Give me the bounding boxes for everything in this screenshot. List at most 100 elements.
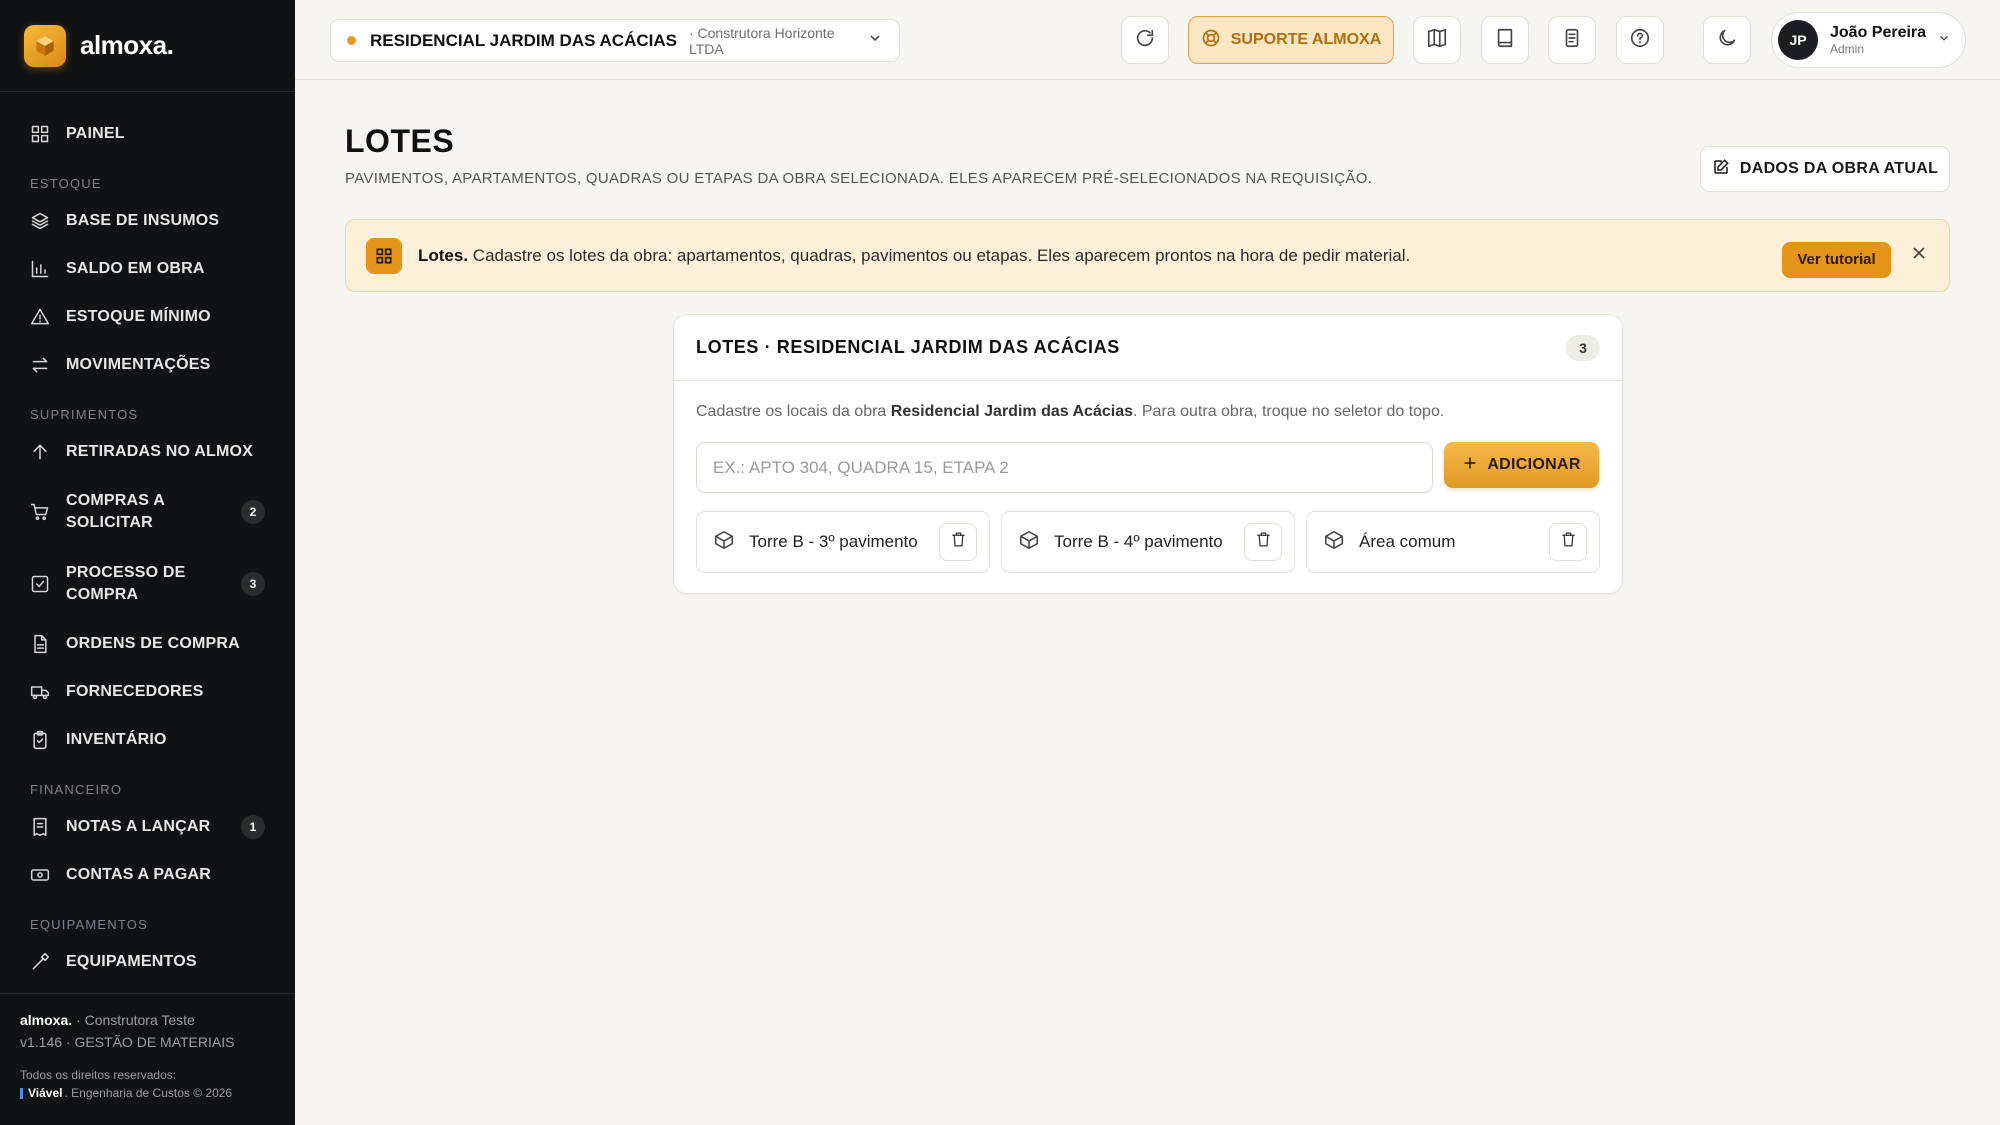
sidebar-item-processo-de-compra[interactable]: PROCESSO DE COMPRA 3 xyxy=(0,548,295,620)
sidebar-item-label: FORNECEDORES xyxy=(66,683,204,700)
sidebar-item-movimentacoes[interactable]: MOVIMENTAÇÕES xyxy=(0,341,295,389)
count-badge: 2 xyxy=(241,500,265,524)
footer-credit-text: . Engenharia de Custos © 2026 xyxy=(64,1086,233,1100)
sidebar-item-inventario[interactable]: INVENTÁRIO xyxy=(0,716,295,764)
truck-icon xyxy=(30,682,50,702)
user-name: João Pereira xyxy=(1830,24,1927,41)
count-badge: 1 xyxy=(241,815,265,839)
clipboard-icon xyxy=(30,730,50,750)
sidebar-item-base-de-insumos[interactable]: BASE DE INSUMOS xyxy=(0,197,295,245)
theme-toggle-button[interactable] xyxy=(1703,16,1751,64)
receipt-icon xyxy=(30,817,50,837)
list-item[interactable]: Área comum xyxy=(1306,511,1600,573)
sidebar-footer: almoxa. · Construtora Teste v1.146 · GES… xyxy=(0,993,295,1125)
support-label: SUPORTE ALMOXA xyxy=(1230,31,1382,48)
sidebar-item-ordens-de-compra[interactable]: ORDENS DE COMPRA xyxy=(0,620,295,668)
notes-button[interactable] xyxy=(1548,16,1596,64)
close-icon[interactable] xyxy=(1909,243,1929,268)
delete-lot-button[interactable] xyxy=(1549,523,1587,561)
credit-mark xyxy=(20,1087,23,1099)
sidebar-item-compras-a-solicitar[interactable]: COMPRAS A SOLICITAR 2 xyxy=(0,476,295,548)
sidebar-item-label: BASE DE INSUMOS xyxy=(66,212,220,229)
sidebar-item-label: NOTAS A LANÇAR xyxy=(66,818,211,835)
refresh-button[interactable] xyxy=(1121,16,1169,64)
arrow-up-icon xyxy=(30,442,50,462)
book-button[interactable] xyxy=(1481,16,1529,64)
main-content: LOTES PAVIMENTOS, APARTAMENTOS, QUADRAS … xyxy=(295,81,2000,1125)
topbar: RESIDENCIAL JARDIM DAS ACÁCIAS · Constru… xyxy=(295,0,2000,80)
avatar: JP xyxy=(1778,20,1818,60)
warning-icon xyxy=(30,307,50,327)
sidebar-item-label: CONTAS A PAGAR xyxy=(66,866,212,883)
bar-chart-icon xyxy=(30,259,50,279)
trash-icon xyxy=(1560,531,1577,553)
banner-text: Cadastre os lotes da obra: apartamentos,… xyxy=(468,245,1411,265)
sidebar-item-label: RETIRADAS NO ALMOX xyxy=(66,443,254,460)
file-text-icon xyxy=(1561,27,1583,54)
tutorial-button[interactable]: Ver tutorial xyxy=(1782,241,1891,278)
sidebar-item-fornecedores[interactable]: FORNECEDORES xyxy=(0,668,295,716)
count-badge: 3 xyxy=(1566,334,1600,361)
check-square-icon xyxy=(30,574,50,594)
card-title: LOTES · RESIDENCIAL JARDIM DAS ACÁCIAS xyxy=(696,337,1120,357)
book-open-icon xyxy=(1426,27,1448,54)
card-desc-project: Residencial Jardim das Acácias xyxy=(890,403,1133,420)
lot-name: Torre B - 4º pavimento xyxy=(1054,532,1223,551)
help-button[interactable] xyxy=(1616,16,1664,64)
add-lot-button[interactable]: ADICIONAR xyxy=(1444,442,1599,488)
sidebar-item-notas-a-lancar[interactable]: NOTAS A LANÇAR 1 xyxy=(0,803,295,851)
sidebar-item-label: COMPRAS A SOLICITAR xyxy=(66,492,165,531)
delete-lot-button[interactable] xyxy=(939,523,977,561)
lots-card: LOTES · RESIDENCIAL JARDIM DAS ACÁCIAS 3… xyxy=(673,314,1623,594)
sidebar-item-retiradas[interactable]: RETIRADAS NO ALMOX xyxy=(0,428,295,476)
brand-name: almoxa. xyxy=(80,30,174,60)
brand[interactable]: almoxa. xyxy=(0,0,295,92)
count-badge: 3 xyxy=(241,572,265,596)
info-banner: Lotes. Cadastre os lotes da obra: aparta… xyxy=(345,219,1950,292)
user-menu[interactable]: JP João Pereira Admin xyxy=(1771,12,1966,68)
sidebar-item-label: MOVIMENTAÇÕES xyxy=(66,356,211,373)
status-dot xyxy=(347,36,356,45)
add-label: ADICIONAR xyxy=(1487,456,1581,473)
lot-name-input[interactable] xyxy=(696,442,1433,493)
refresh-icon xyxy=(1134,27,1156,54)
arrows-swap-icon xyxy=(30,355,50,375)
dashboard-icon xyxy=(30,124,50,144)
grid-icon xyxy=(366,237,402,274)
layers-icon xyxy=(30,211,50,231)
page-title: LOTES xyxy=(345,123,455,159)
list-item[interactable]: Torre B - 3º pavimento xyxy=(696,511,990,573)
card-desc-pre: Cadastre os locais da obra xyxy=(696,403,891,420)
sidebar-item-equipamentos[interactable]: EQUIPAMENTOS xyxy=(0,938,295,986)
sidebar-item-saldo-em-obra[interactable]: SALDO EM OBRA xyxy=(0,245,295,293)
obra-data-button[interactable]: DADOS DA OBRA ATUAL xyxy=(1700,146,1950,192)
box-icon xyxy=(1018,529,1040,556)
lot-name: Torre B - 3º pavimento xyxy=(749,532,918,551)
sidebar-item-contas-a-pagar[interactable]: CONTAS A PAGAR xyxy=(0,851,295,899)
footer-brand: almoxa. xyxy=(20,1012,73,1028)
box-icon xyxy=(1323,529,1345,556)
sidebar-item-estoque-minimo[interactable]: ESTOQUE MÍNIMO xyxy=(0,293,295,341)
support-button[interactable]: SUPORTE ALMOXA xyxy=(1188,16,1394,64)
trash-icon xyxy=(950,531,967,553)
map-button[interactable] xyxy=(1413,16,1461,64)
delete-lot-button[interactable] xyxy=(1244,523,1282,561)
project-selector[interactable]: RESIDENCIAL JARDIM DAS ACÁCIAS · Constru… xyxy=(330,19,900,62)
cart-icon xyxy=(30,502,50,522)
sidebar: almoxa. PAINEL ESTOQUE BASE DE INSUMOS S… xyxy=(0,0,295,1125)
card-desc-post: . Para outra obra, troque no seletor do … xyxy=(1132,403,1445,420)
moon-icon xyxy=(1716,27,1738,54)
user-role: Admin xyxy=(1830,42,1865,56)
edit-icon xyxy=(1712,158,1740,181)
footer-version: v1.146 · GESTÃO DE MATERIAIS xyxy=(20,1034,235,1050)
sidebar-item-label: INVENTÁRIO xyxy=(66,731,167,748)
tool-icon xyxy=(30,952,50,972)
chevron-down-icon xyxy=(1937,31,1951,50)
sidebar-item-painel[interactable]: PAINEL xyxy=(0,110,295,158)
banner-title: Lotes. xyxy=(418,245,469,265)
sidebar-item-label: EQUIPAMENTOS xyxy=(66,953,197,970)
obra-data-label: DADOS DA OBRA ATUAL xyxy=(1739,160,1939,177)
footer-rights: Todos os direitos reservados: xyxy=(20,1068,177,1082)
sidebar-item-label: PROCESSO DE COMPRA xyxy=(66,564,186,603)
list-item[interactable]: Torre B - 4º pavimento xyxy=(1001,511,1295,573)
